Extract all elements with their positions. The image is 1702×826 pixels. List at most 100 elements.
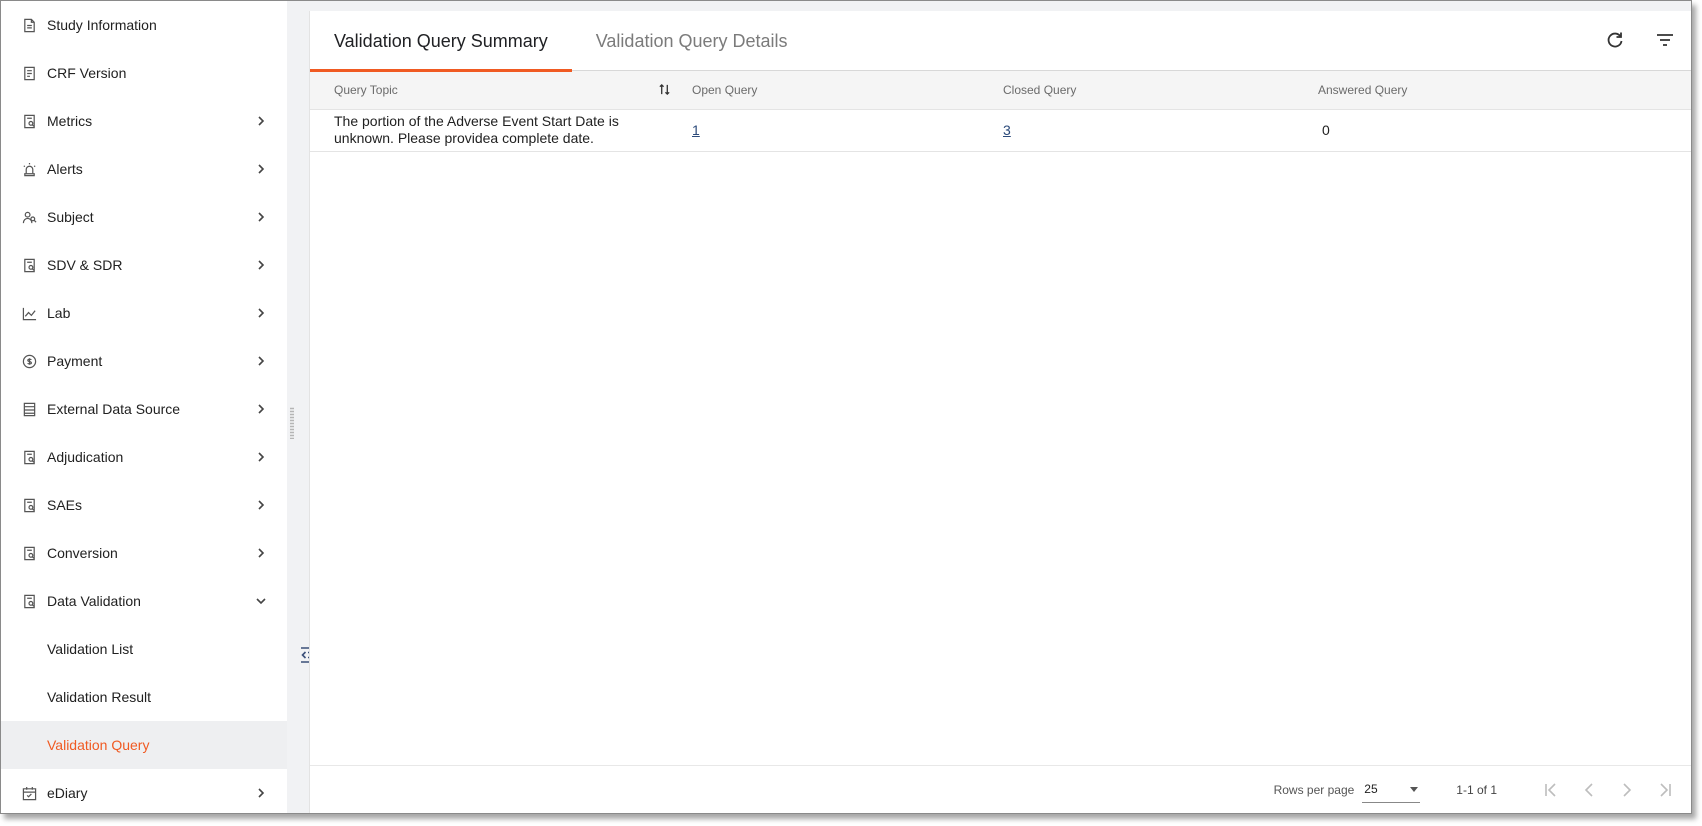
siren-icon [21, 161, 37, 177]
chevron-right-icon [255, 211, 267, 223]
sidebar-item-label: Lab [47, 305, 71, 321]
cell-query-topic: The portion of the Adverse Event Start D… [334, 113, 619, 146]
column-header-closed-query: Closed Query [1003, 82, 1077, 97]
column-header-label: Query Topic [334, 82, 398, 97]
sidebar-item-label: Alerts [47, 161, 83, 177]
sidebar-subitem-label: Validation List [47, 641, 134, 657]
sidebar-item-adjudication[interactable]: Adjudication [1, 433, 287, 481]
sidebar-item-label: SAEs [47, 497, 83, 513]
refresh-icon [1607, 32, 1623, 48]
column-header-query-topic[interactable]: Query Topic [310, 71, 680, 109]
main-panel: Validation Query Summary Validation Quer… [309, 11, 1691, 813]
chevron-right-icon [255, 547, 267, 559]
report-icon [21, 257, 37, 273]
last-page-button[interactable] [1653, 778, 1677, 802]
tab-bar: Validation Query Summary Validation Quer… [310, 11, 1691, 72]
chevron-down-icon [255, 595, 267, 607]
sidebar-subitem-validation-list[interactable]: Validation List [1, 625, 287, 673]
calendar-icon [21, 785, 37, 801]
sidebar-item-external-data-source[interactable]: External Data Source [1, 385, 287, 433]
sidebar-item-metrics[interactable]: Metrics [1, 97, 287, 145]
sidebar-item-label: Conversion [47, 545, 118, 561]
report-icon [21, 593, 37, 609]
chevron-right-icon [255, 403, 267, 415]
rows-per-page-value: 25 [1364, 782, 1378, 796]
cell-open-query: 1 [680, 109, 991, 151]
sidebar-item-label: CRF Version [47, 65, 127, 81]
sidebar-subitem-validation-result[interactable]: Validation Result [1, 673, 287, 721]
first-page-icon [1545, 782, 1556, 797]
chevron-right-icon [255, 499, 267, 511]
sidebar-item-study-information[interactable]: Study Information [1, 1, 287, 49]
pagination-footer: Rows per page 25 1-1 of 1 [310, 765, 1691, 813]
sidebar-item-label: Study Information [47, 17, 157, 33]
sidebar-item-ediary[interactable]: eDiary [1, 769, 287, 813]
document-icon [21, 17, 37, 33]
sidebar-item-conversion[interactable]: Conversion [1, 529, 287, 577]
open-query-count-link[interactable]: 1 [692, 122, 700, 138]
form-icon [21, 65, 37, 81]
resize-handle[interactable] [290, 407, 294, 439]
filter-button[interactable] [1653, 28, 1677, 52]
sidebar-item-label: Data Validation [47, 593, 141, 609]
payment-icon [21, 353, 37, 369]
sidebar-item-crf-version[interactable]: CRF Version [1, 49, 287, 97]
previous-page-button[interactable] [1577, 778, 1601, 802]
tab-validation-query-details[interactable]: Validation Query Details [572, 11, 812, 71]
line-chart-icon [21, 305, 37, 321]
chevron-right-icon [255, 787, 267, 799]
filter-icon [1657, 34, 1673, 46]
sidebar-item-label: External Data Source [47, 401, 181, 417]
caret-down-icon [1410, 786, 1419, 792]
first-page-button[interactable] [1539, 778, 1563, 802]
chevron-left-icon [1584, 782, 1593, 797]
users-icon [21, 209, 37, 225]
chevron-right-icon [255, 115, 267, 127]
app-window: Study Information CRF Version Metrics Al… [0, 0, 1692, 814]
rows-per-page-label: Rows per page [1273, 782, 1355, 797]
report-icon [21, 545, 37, 561]
sidebar-subitem-validation-query[interactable]: Validation Query [1, 721, 287, 769]
sidebar-item-label: SDV & SDR [47, 257, 123, 273]
sidebar-item-alerts[interactable]: Alerts [1, 145, 287, 193]
cell-closed-query: 3 [991, 109, 1306, 151]
sidebar-item-label: eDiary [47, 785, 88, 801]
toolbar [1603, 28, 1677, 52]
next-page-button[interactable] [1615, 778, 1639, 802]
chevron-right-icon [255, 307, 267, 319]
report-icon [21, 113, 37, 129]
sidebar-item-label: Payment [47, 353, 103, 369]
sort-icon[interactable] [658, 83, 672, 97]
chevron-right-icon [255, 163, 267, 175]
sidebar-item-label: Adjudication [47, 449, 124, 465]
chevron-right-icon [1623, 782, 1632, 797]
last-page-icon [1660, 782, 1671, 797]
chevron-right-icon [255, 259, 267, 271]
sidebar: Study Information CRF Version Metrics Al… [1, 1, 287, 813]
sidebar-item-saes[interactable]: SAEs [1, 481, 287, 529]
sidebar-item-label: Metrics [47, 113, 93, 129]
column-header-open-query: Open Query [692, 82, 758, 97]
sidebar-item-sdv-sdr[interactable]: SDV & SDR [1, 241, 287, 289]
closed-query-count-link[interactable]: 3 [1003, 122, 1011, 138]
rows-per-page-select[interactable]: 25 [1362, 777, 1421, 803]
column-header-answered-query: Answered Query [1318, 82, 1408, 97]
report-icon [21, 497, 37, 513]
cell-answered-query: 0 [1322, 122, 1330, 138]
refresh-button[interactable] [1603, 28, 1627, 52]
sidebar-item-data-validation[interactable]: Data Validation [1, 577, 287, 625]
pager [1539, 778, 1677, 802]
chevron-right-icon [255, 451, 267, 463]
table-header-row: Query Topic Open Query Closed Query Answ… [310, 71, 1691, 109]
tab-validation-query-summary[interactable]: Validation Query Summary [310, 11, 572, 72]
sidebar-subitem-label: Validation Query [47, 737, 150, 753]
sidebar-subitem-label: Validation Result [47, 689, 152, 705]
table-row: The portion of the Adverse Event Start D… [310, 109, 1691, 151]
sidebar-item-payment[interactable]: Payment [1, 337, 287, 385]
sidebar-item-lab[interactable]: Lab [1, 289, 287, 337]
list-icon [21, 401, 37, 417]
chevron-right-icon [255, 355, 267, 367]
page-range-label: 1-1 of 1 [1456, 782, 1497, 797]
sidebar-item-subject[interactable]: Subject [1, 193, 287, 241]
report-icon [21, 449, 37, 465]
